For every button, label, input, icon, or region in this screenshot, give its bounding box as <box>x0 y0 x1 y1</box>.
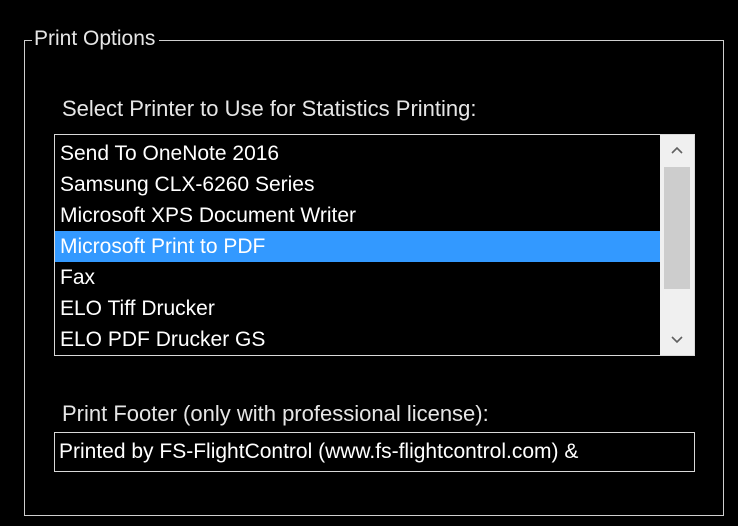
scroll-thumb[interactable] <box>664 167 690 289</box>
group-title: Print Options <box>32 26 160 52</box>
footer-label: Print Footer (only with professional lic… <box>62 401 489 426</box>
printer-listbox[interactable]: Send To OneNote 2016 Samsung CLX-6260 Se… <box>54 134 695 356</box>
chevron-up-icon[interactable] <box>660 135 694 165</box>
printer-item-selected[interactable]: Microsoft Print to PDF <box>55 231 660 262</box>
printer-item[interactable]: Send To OneNote 2016 <box>55 138 660 169</box>
print-footer-field[interactable]: Printed by FS-FlightControl (www.fs-flig… <box>54 432 695 472</box>
printer-list-scrollbar[interactable] <box>660 135 694 355</box>
printer-item[interactable]: ELO Tiff Drucker <box>55 293 660 324</box>
printer-select-label: Select Printer to Use for Statistics Pri… <box>62 96 477 121</box>
printer-list: Send To OneNote 2016 Samsung CLX-6260 Se… <box>55 138 660 355</box>
chevron-down-icon[interactable] <box>660 325 694 355</box>
printer-item[interactable]: Samsung CLX-6260 Series <box>55 169 660 200</box>
printer-item[interactable]: Fax <box>55 262 660 293</box>
printer-item[interactable]: Microsoft XPS Document Writer <box>55 200 660 231</box>
printer-item[interactable]: ELO PDF Drucker GS <box>55 324 660 355</box>
